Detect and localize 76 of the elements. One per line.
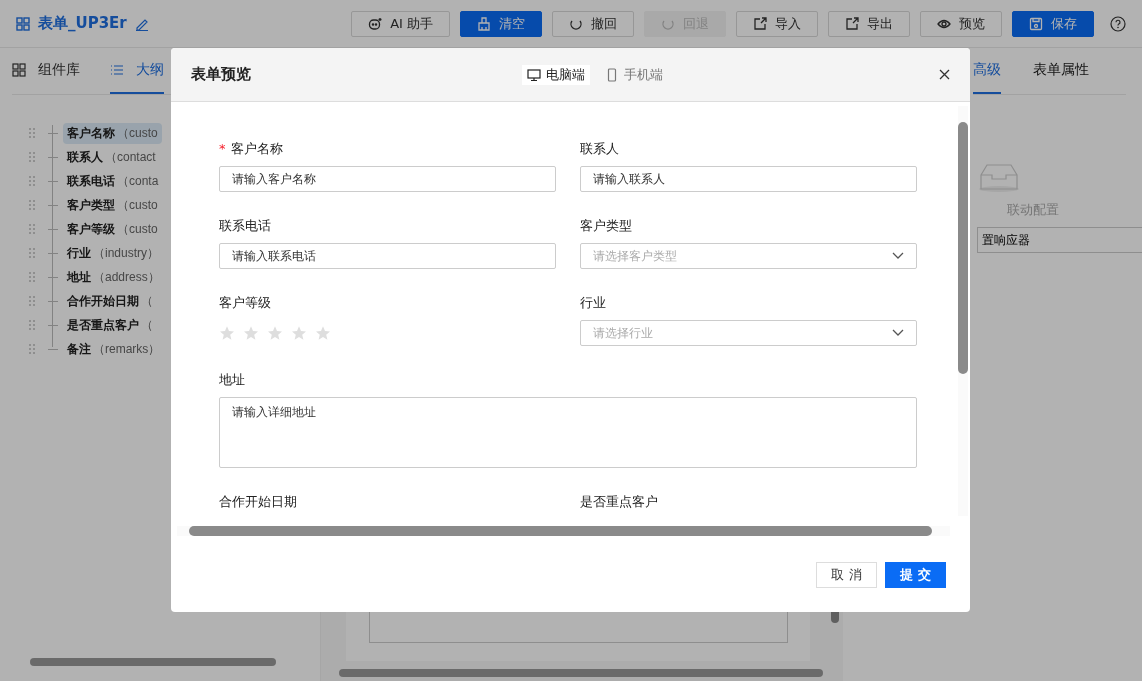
toolbar-button[interactable]: 导出: [828, 10, 910, 37]
toolbar-button[interactable]: 预览: [920, 10, 1002, 37]
broom-icon: [477, 16, 491, 31]
panel-tab[interactable]: 表单属性: [1033, 48, 1089, 94]
star-icon[interactable]: [243, 325, 259, 341]
panel-tab[interactable]: 组件库: [12, 48, 80, 94]
textarea-field[interactable]: 请输入详细地址: [219, 397, 917, 468]
list-icon: [110, 63, 124, 77]
grid-icon: [16, 16, 30, 31]
scrollbar[interactable]: [177, 526, 950, 536]
submit-button[interactable]: 提 交: [885, 561, 946, 588]
outline-item[interactable]: 是否重点客户 （: [63, 314, 157, 336]
form-title: 表单_UP3Er: [38, 14, 127, 33]
help-icon[interactable]: [1110, 15, 1126, 32]
field-label: 联系人: [580, 140, 620, 158]
scrollbar[interactable]: [958, 106, 968, 516]
responder-button[interactable]: 置响应器: [977, 227, 1142, 253]
outline-item[interactable]: 客户名称 （custo: [63, 122, 162, 144]
field-label: 是否重点客户: [580, 493, 659, 511]
toolbar-button[interactable]: 导入: [736, 10, 818, 37]
drag-handle-icon[interactable]: [28, 151, 36, 163]
outline-item[interactable]: 客户等级 （custo: [63, 218, 162, 240]
drag-handle-icon[interactable]: [28, 199, 36, 211]
outline-item[interactable]: 行业 （industry）: [63, 242, 164, 264]
input-field[interactable]: 请输入联系电话: [219, 243, 556, 269]
export-icon: [845, 16, 859, 31]
outline-item[interactable]: 地址 （address）: [63, 266, 164, 288]
toolbar-button[interactable]: 撤回: [552, 10, 634, 37]
drag-handle-icon[interactable]: [28, 247, 36, 259]
outline-item[interactable]: 合作开始日期 （: [63, 290, 157, 312]
field-label: * 客户名称: [219, 140, 284, 158]
scrollbar[interactable]: [339, 669, 823, 677]
input-field[interactable]: 请输入联系人: [580, 166, 917, 192]
field-label: 行业: [580, 294, 607, 312]
toolbar-button[interactable]: AI 助手: [351, 10, 450, 37]
input-field[interactable]: 请输入客户名称: [219, 166, 556, 192]
outline-item[interactable]: 备注 （remarks）: [63, 338, 165, 360]
chevron-down-icon: [892, 252, 904, 260]
device-tab[interactable]: 电脑端: [522, 64, 590, 85]
dialog-title: 表单预览: [191, 65, 251, 84]
toolbar-button[interactable]: 保存: [1012, 10, 1094, 37]
star-icon[interactable]: [291, 325, 307, 341]
close-icon[interactable]: [939, 69, 950, 80]
field-label: 合作开始日期: [219, 493, 298, 511]
drag-handle-icon[interactable]: [28, 295, 36, 307]
toolbar-button[interactable]: 清空: [460, 10, 542, 37]
import-icon: [753, 16, 767, 31]
drag-handle-icon[interactable]: [28, 127, 36, 139]
empty-box-icon: [977, 163, 1021, 193]
outline-item[interactable]: 联系电话 （conta: [63, 170, 163, 192]
monitor-icon: [527, 67, 541, 82]
panel-tab[interactable]: 高级: [973, 48, 1001, 94]
star-icon[interactable]: [219, 325, 235, 341]
chevron-down-icon: [892, 329, 904, 337]
drag-handle-icon[interactable]: [28, 343, 36, 355]
drag-handle-icon[interactable]: [28, 223, 36, 235]
scrollbar[interactable]: [30, 658, 276, 666]
field-label: 地址: [219, 371, 246, 389]
field-label: 联系电话: [219, 217, 272, 235]
outline-item[interactable]: 客户类型 （custo: [63, 194, 162, 216]
panel-tab[interactable]: 大纲: [110, 48, 164, 94]
drag-handle-icon[interactable]: [28, 319, 36, 331]
save-icon: [1029, 16, 1043, 31]
grid-icon: [12, 63, 26, 77]
outline-item[interactable]: 联系人 （contact: [63, 146, 160, 168]
field-label: 客户类型: [580, 217, 633, 235]
star-icon[interactable]: [315, 325, 331, 341]
star-icon[interactable]: [267, 325, 283, 341]
empty-text: 联动配置: [1007, 201, 1059, 219]
device-tab[interactable]: 手机端: [600, 64, 668, 85]
robot-icon: [368, 16, 383, 31]
cancel-button[interactable]: 取 消: [816, 561, 877, 588]
drag-handle-icon[interactable]: [28, 271, 36, 283]
field-label: 客户等级: [219, 294, 272, 312]
phone-icon: [605, 67, 619, 82]
drag-handle-icon[interactable]: [28, 175, 36, 187]
